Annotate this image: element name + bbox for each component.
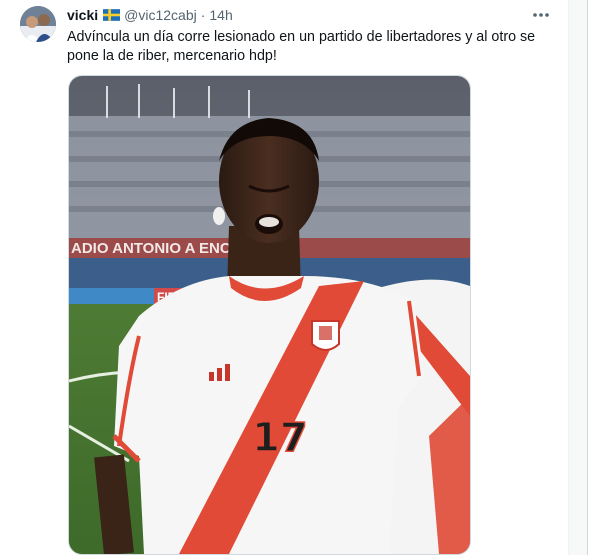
separator-dot: · <box>200 7 206 23</box>
more-horizontal-icon[interactable] <box>531 8 551 22</box>
tweet-text-line: pone la de riber, mercenario hdp! <box>67 48 277 64</box>
avatar[interactable] <box>20 6 56 42</box>
tweet-text: Advíncula un día corre lesionado en un p… <box>67 28 547 66</box>
right-sidebar-edge <box>587 0 602 555</box>
jersey-number: 17 <box>252 415 308 461</box>
tweet-text-line: Advíncula un día corre lesionado en un p… <box>67 29 536 45</box>
author-handle[interactable]: @vic12cabj <box>124 7 197 23</box>
sweden-flag-icon <box>103 9 121 21</box>
tweet-time[interactable]: 14h <box>209 7 232 23</box>
tweet-card[interactable]: vicki @vic12cabj · 14h Advíncula un día … <box>0 0 569 555</box>
tweet-header: vicki @vic12cabj · 14h <box>67 6 233 24</box>
tweet-media-image[interactable]: ADIO ANTONIO A ENCINA FIF <box>68 75 471 555</box>
author-name[interactable]: vicki <box>67 7 98 23</box>
